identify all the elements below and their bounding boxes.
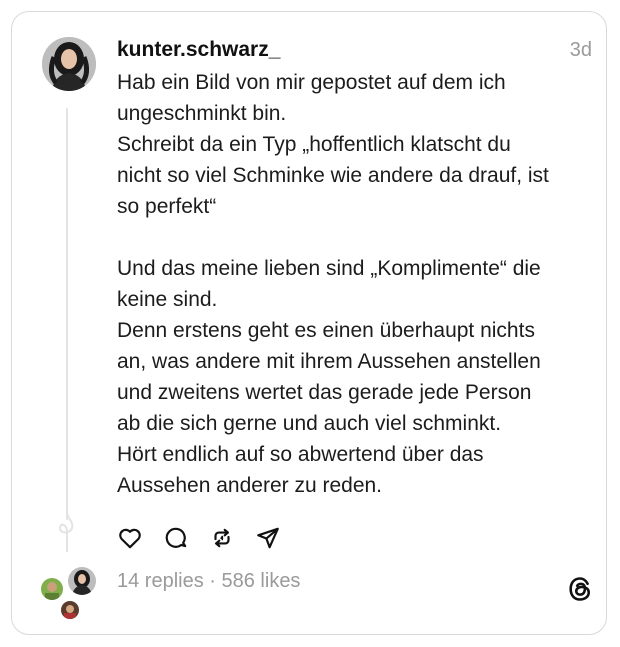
replier-avatar[interactable] [66, 565, 98, 597]
replier-avatar[interactable] [59, 599, 81, 621]
author-avatar[interactable] [42, 37, 96, 91]
body-line: und zweitens wertet das gerade jede Pers… [117, 381, 532, 404]
post-body: Hab ein Bild von mir gepostet auf dem ic… [117, 67, 587, 501]
share-icon [257, 527, 279, 549]
body-line: keine sind. [117, 288, 218, 311]
body-line: Hab ein Bild von mir gepostet auf dem ic… [117, 71, 506, 94]
body-line: Denn erstens geht es einen überhaupt nic… [117, 319, 535, 342]
body-line: Und das meine lieben sind „Komplimente“ … [117, 257, 541, 280]
body-line: Schreibt da ein Typ „hoffentlich klatsch… [117, 133, 511, 156]
thread-curl-icon [58, 512, 74, 552]
action-bar [116, 524, 282, 552]
like-icon [119, 528, 141, 549]
replier-avatar[interactable] [39, 576, 65, 602]
body-line: so perfekt“ [117, 195, 217, 218]
reply-icon [165, 527, 187, 548]
post-stats: 14 replies · 586 likes [117, 570, 300, 593]
thread-line [66, 108, 68, 520]
reply-button[interactable] [162, 524, 190, 552]
body-line: an, was andere mit ihrem Aussehen anstel… [117, 350, 541, 373]
body-line: ab die sich gerne und auch viel schminkt… [117, 412, 502, 435]
body-line: ungeschminkt bin. [117, 102, 287, 125]
replies-count[interactable]: 14 replies [117, 570, 204, 592]
body-line: Hört endlich auf so abwertend über das [117, 443, 484, 466]
username[interactable]: kunter.schwarz_ [117, 38, 280, 62]
repost-icon [214, 528, 230, 548]
post-time: 3d [569, 39, 592, 61]
body-line: nicht so viel Schminke wie andere da dra… [117, 164, 549, 187]
repost-button[interactable] [208, 524, 236, 552]
like-button[interactable] [116, 524, 144, 552]
share-button[interactable] [254, 524, 282, 552]
stats-separator: · [203, 570, 222, 592]
likes-count[interactable]: 586 likes [222, 570, 301, 592]
body-line: Aussehen anderer zu reden. [117, 474, 383, 497]
threads-logo-icon[interactable] [566, 575, 594, 603]
